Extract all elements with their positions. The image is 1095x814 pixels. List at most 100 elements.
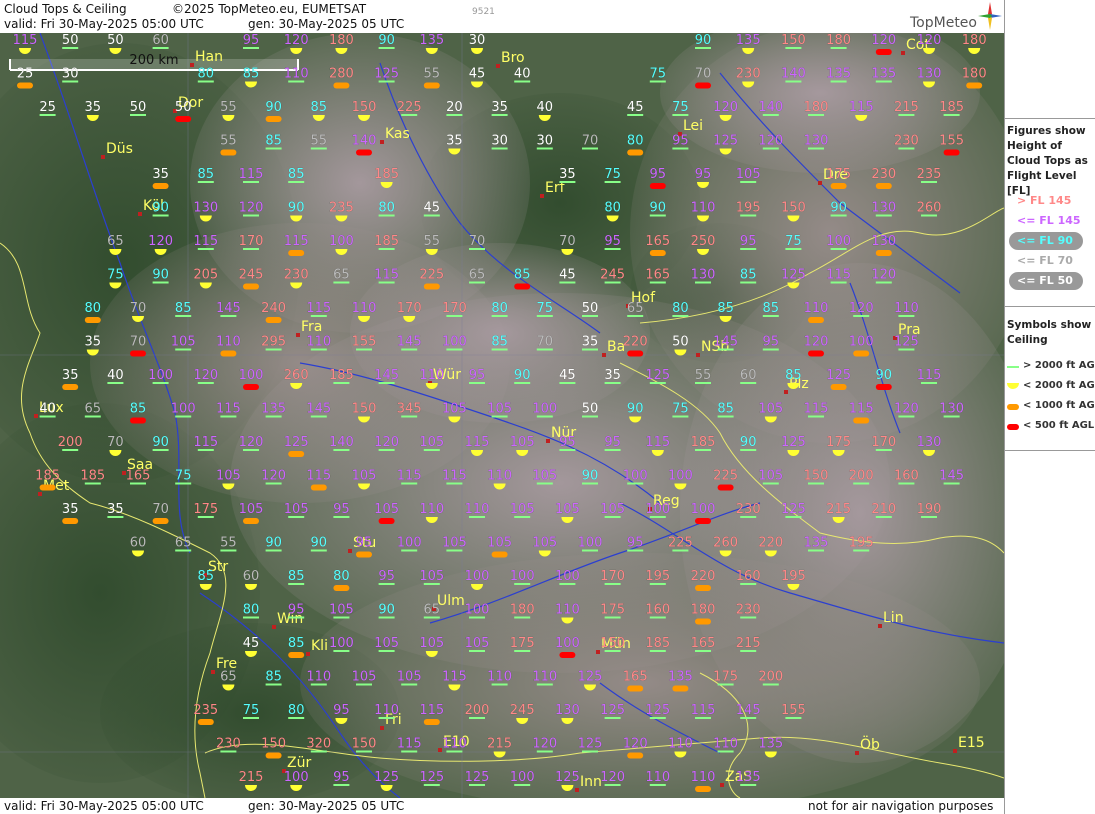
cloud-top-value: 105	[352, 670, 377, 685]
cloud-top-value: 125	[645, 703, 670, 718]
cloud-top-value: 110	[691, 770, 716, 785]
cloud-top-value: 125	[894, 335, 919, 350]
cloud-top-value: 220	[623, 335, 648, 350]
cloud-top-value: 115	[917, 368, 942, 383]
ceiling-1000-symbol	[830, 384, 847, 390]
ceiling-1000-symbol	[875, 183, 892, 189]
cloud-top-value: 105	[465, 636, 490, 651]
ceiling-1000-symbol	[966, 82, 983, 89]
ceiling-500-symbol	[243, 384, 259, 390]
footer-disclaimer: not for air navigation purposes	[808, 799, 994, 813]
cloud-top-value: 100	[849, 335, 874, 350]
cloud-top-value: 115	[306, 301, 331, 316]
ceiling-1000-symbol	[627, 752, 644, 759]
cloud-top-value: 195	[736, 201, 761, 216]
city-marker	[575, 788, 579, 792]
cloud-top-value: 55	[220, 134, 237, 149]
ceiling-500-symbol	[175, 116, 192, 122]
cloud-top-value: 40	[39, 402, 56, 417]
cloud-top-value: 205	[193, 268, 218, 283]
city-marker	[696, 353, 700, 357]
cloud-top-value: 245	[239, 268, 264, 283]
satellite-map[interactable]: 200 km Han Bro Dor Kas Düs Lei Erf Cot Köl Dre Hof…	[0, 33, 1004, 798]
cloud-top-value: 215	[894, 100, 919, 115]
cloud-top-value: 120	[193, 368, 218, 383]
cloud-top-value: 100	[826, 234, 851, 249]
cloud-top-value: 260	[713, 536, 738, 551]
cloud-top-value: 115	[216, 402, 241, 417]
cloud-top-value: 125	[284, 435, 309, 450]
cloud-top-value: 35	[62, 368, 79, 383]
cloud-top-value: 110	[691, 201, 716, 216]
city-marker	[496, 64, 500, 68]
cloud-top-value: 105	[736, 167, 761, 182]
ceiling-1000-symbol	[220, 350, 237, 357]
legend-symbol-item: > 2000 ft AGL	[1023, 360, 1095, 371]
cloud-top-value: 220	[758, 536, 783, 551]
ceiling-1000-symbol	[627, 149, 644, 156]
cloud-top-value: 165	[691, 636, 716, 651]
legend-panel: Figures show Height of Cloud Tops as Fli…	[1004, 0, 1095, 814]
cloud-top-value: 125	[555, 770, 580, 785]
cloud-top-value: 110	[713, 737, 738, 752]
cloud-top-value: 150	[781, 201, 806, 216]
cloud-top-value: 190	[917, 502, 942, 517]
valid-time: valid: Fri 30-May-2025 05:00 UTC	[4, 17, 204, 31]
code: 9521	[472, 7, 495, 17]
cloud-top-value: 70	[152, 502, 169, 517]
cloud-top-value: 295	[261, 335, 286, 350]
cloud-top-value: 45	[424, 201, 441, 216]
ceiling-1000-symbol	[310, 484, 327, 491]
cloud-top-value: 105	[487, 402, 512, 417]
ceiling-1000-symbol	[333, 585, 350, 591]
cloud-top-value: 135	[419, 33, 444, 48]
cloud-top-value: 80	[333, 569, 350, 584]
cloud-top-value: 95	[288, 603, 305, 618]
ceiling-1000-symbol	[830, 183, 847, 189]
legend-figure-item: <= FL 50	[1017, 274, 1073, 287]
cloud-top-value: 35	[85, 100, 102, 115]
ceiling-1000-symbol	[243, 518, 259, 524]
cloud-top-value: 115	[826, 268, 851, 283]
cloud-top-value: 280	[329, 67, 354, 82]
cloud-top-value: 45	[627, 100, 644, 115]
cloud-top-value: 90	[582, 469, 599, 484]
city-marker	[953, 749, 957, 753]
map-canvas[interactable]: 200 km Han BroDorKasDüsLeiErfCotKölDreHof…	[0, 33, 1004, 798]
cloud-top-value: 100	[510, 569, 535, 584]
cloud-top-value: 175	[600, 603, 625, 618]
cloud-top-value: 120	[871, 268, 896, 283]
cloud-top-value: 115	[397, 469, 422, 484]
cloud-top-value: 120	[804, 335, 829, 350]
cloud-top-value: 235	[193, 703, 218, 718]
cloud-top-value: 160	[894, 469, 919, 484]
cloud-top-value: 70	[469, 234, 486, 249]
cloud-top-value: 95	[469, 368, 486, 383]
cloud-top-value: 130	[804, 134, 829, 149]
city-label: Fra	[301, 319, 322, 335]
city-marker	[818, 181, 822, 185]
ceiling-500-symbol	[559, 652, 576, 658]
city-label: Bro	[501, 50, 525, 66]
cloud-top-value: 55	[220, 100, 237, 115]
cloud-top-value: 65	[333, 268, 350, 283]
cloud-top-value: 85	[491, 335, 508, 350]
cloud-top-value: 110	[419, 502, 444, 517]
cloud-top-value: 75	[785, 234, 802, 249]
cloud-top-value: 225	[419, 268, 444, 283]
cloud-top-value: 130	[917, 67, 942, 82]
cloud-top-value: 200	[758, 670, 783, 685]
cloud-top-value: 105	[555, 502, 580, 517]
cloud-top-value: 50	[62, 33, 79, 48]
cloud-top-value: 155	[352, 335, 377, 350]
cloud-top-value: 60	[130, 536, 147, 551]
cloud-top-value: 105	[216, 469, 241, 484]
legend-symbol-icon	[1007, 383, 1019, 389]
cloud-top-value: 230	[871, 167, 896, 182]
cloud-top-value: 30	[62, 67, 79, 82]
cloud-top-value: 195	[645, 569, 670, 584]
cloud-top-value: 185	[645, 636, 670, 651]
legend-symbol-icon	[1007, 424, 1019, 430]
cloud-top-value: 100	[148, 368, 173, 383]
cloud-top-value: 115	[13, 33, 38, 48]
